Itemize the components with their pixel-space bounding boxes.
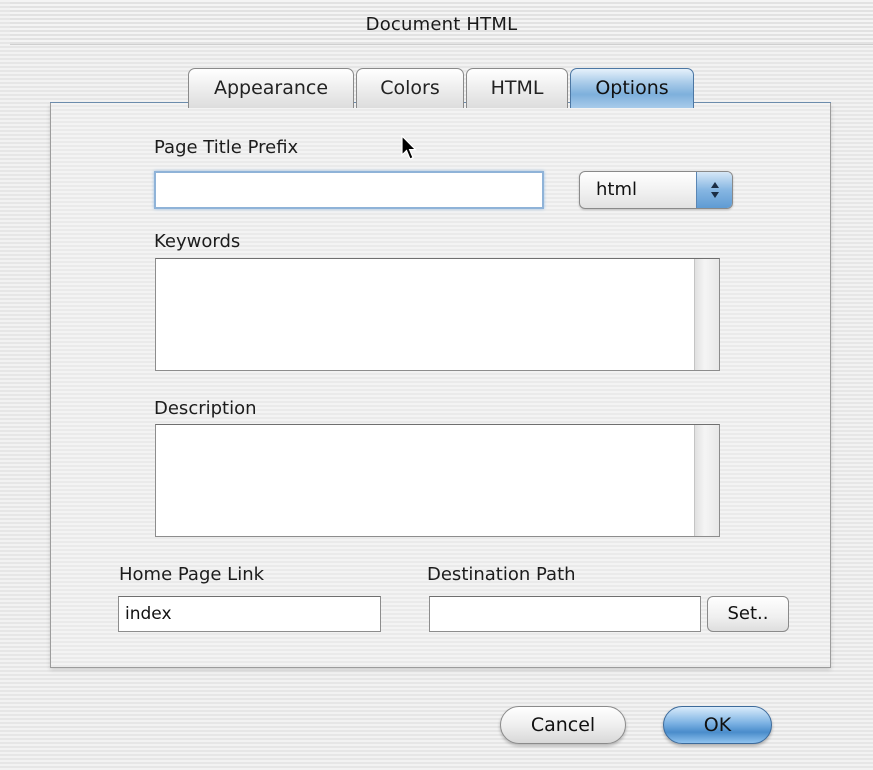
description-textarea[interactable] bbox=[155, 424, 720, 537]
home-page-link-label: Home Page Link bbox=[119, 564, 265, 585]
tab-appearance[interactable]: Appearance bbox=[188, 68, 354, 108]
keywords-textarea[interactable] bbox=[155, 258, 720, 371]
cancel-button[interactable]: Cancel bbox=[500, 706, 626, 744]
destination-path-input[interactable] bbox=[429, 596, 701, 632]
description-scrollbar[interactable] bbox=[694, 425, 719, 536]
home-page-link-input[interactable] bbox=[118, 596, 381, 632]
extension-select[interactable]: html bbox=[579, 171, 733, 209]
arrow-cursor-icon bbox=[401, 135, 417, 160]
ok-button[interactable]: OK bbox=[663, 706, 772, 744]
keywords-label: Keywords bbox=[154, 231, 241, 252]
tab-html[interactable]: HTML bbox=[466, 68, 568, 108]
page-title-prefix-input[interactable] bbox=[154, 171, 544, 209]
tab-options[interactable]: Options bbox=[570, 68, 694, 108]
page-title-prefix-label: Page Title Prefix bbox=[154, 137, 299, 158]
keywords-scrollbar[interactable] bbox=[694, 259, 719, 370]
up-down-arrows-icon bbox=[696, 172, 732, 208]
tab-colors[interactable]: Colors bbox=[356, 68, 464, 108]
title-bar: Document HTML bbox=[10, 0, 873, 45]
extension-select-value: html bbox=[596, 179, 638, 200]
description-label: Description bbox=[154, 398, 257, 419]
destination-path-label: Destination Path bbox=[427, 564, 576, 585]
window-title: Document HTML bbox=[365, 14, 518, 35]
set-button[interactable]: Set.. bbox=[707, 596, 789, 632]
